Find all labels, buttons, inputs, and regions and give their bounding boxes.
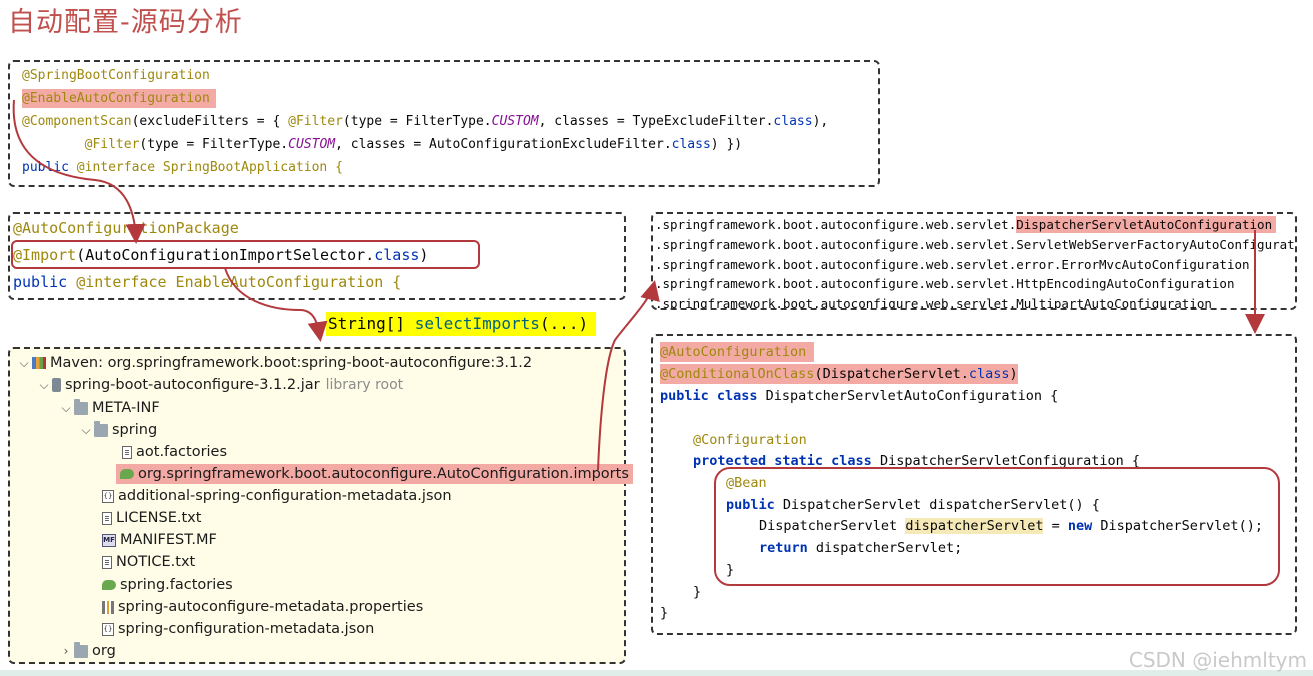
page-title: 自动配置-源码分析 (8, 7, 243, 38)
dispatcher-servlet-autoconfig-entry: DispatcherServletAutoConfiguration (1016, 216, 1277, 233)
chevron-down-icon[interactable]: ⌵ (16, 356, 32, 371)
tree-item-notice[interactable]: NOTICE.txt (102, 552, 195, 572)
import-highlight-box (11, 240, 480, 269)
folder-icon (94, 420, 108, 437)
chevron-right-icon[interactable]: › (58, 644, 74, 658)
json-file-icon: {} (102, 622, 114, 636)
code-line: @AutoConfigurationPackage (13, 219, 239, 237)
code-line: @ComponentScan(excludeFilters = { @Filte… (22, 114, 829, 129)
tree-item-org[interactable]: › org (58, 641, 116, 661)
jar-icon (52, 378, 61, 392)
bean-method-highlight-box (714, 467, 1280, 586)
code-line: @ConditionalOnClass(DispatcherServlet.cl… (660, 364, 1018, 384)
tree-item-metadata-properties[interactable]: spring-autoconfigure-metadata.properties (102, 597, 423, 617)
manifest-icon: MF (102, 533, 116, 547)
watermark: CSDN @iehmltym (1128, 648, 1307, 672)
text-file-icon (122, 445, 132, 459)
code-line: public @interface SpringBootApplication … (22, 160, 343, 175)
project-tree: ⌵ Maven: org.springframework.boot:spring… (8, 347, 633, 664)
spring-leaf-icon (120, 469, 134, 479)
chevron-down-icon[interactable]: ⌵ (58, 401, 74, 416)
code-line: @Configuration (693, 432, 807, 448)
bottom-bar (0, 670, 1313, 676)
code-line: } (660, 605, 669, 621)
tree-item-meta-inf[interactable]: ⌵ META-INF (58, 398, 160, 418)
tree-item-additional-metadata[interactable]: {} additional-spring-configuration-metad… (102, 486, 452, 506)
enable-auto-configuration-annotation: @EnableAutoConfiguration (22, 89, 216, 108)
json-file-icon: {} (102, 489, 114, 503)
code-line: @SpringBootConfiguration (22, 68, 210, 83)
code-line: @Filter(type = FilterType.CUSTOM, classe… (84, 137, 743, 152)
code-line: .springframework.boot.autoconfigure.web.… (655, 237, 1297, 252)
spring-leaf-icon (102, 580, 116, 590)
folder-icon (74, 398, 88, 415)
folder-icon (74, 641, 88, 658)
tree-item-manifest[interactable]: MF MANIFEST.MF (102, 530, 217, 550)
maven-library-icon (32, 357, 46, 369)
code-line: .springframework.boot.autoconfigure.web.… (655, 276, 1235, 291)
code-line: } (693, 584, 702, 600)
spring-boot-application-code: @SpringBootConfiguration @EnableAutoConf… (8, 60, 880, 187)
properties-file-icon (102, 600, 114, 614)
tree-item-spring-factories[interactable]: spring.factories (102, 575, 233, 595)
tree-item-configuration-metadata[interactable]: {} spring-configuration-metadata.json (102, 619, 374, 639)
tree-item-license[interactable]: LICENSE.txt (102, 508, 201, 528)
code-line: .springframework.boot.autoconfigure.web.… (655, 216, 1277, 233)
chevron-down-icon[interactable]: ⌵ (78, 423, 94, 438)
tree-item-spring-folder[interactable]: ⌵ spring (78, 420, 157, 440)
code-line: public class DispatcherServletAutoConfig… (660, 388, 1059, 404)
tree-item-maven[interactable]: ⌵ Maven: org.springframework.boot:spring… (16, 353, 532, 373)
tree-item-aot-factories[interactable]: aot.factories (122, 442, 227, 462)
code-line: .springframework.boot.autoconfigure.web.… (655, 296, 1212, 310)
chevron-down-icon[interactable]: ⌵ (36, 378, 52, 393)
tree-item-autoconfiguration-imports[interactable]: org.springframework.boot.autoconfigure.A… (116, 464, 633, 484)
code-line: @AutoConfiguration (660, 342, 815, 362)
select-imports-callout: String[] selectImports(...) (326, 312, 596, 336)
code-line: .springframework.boot.autoconfigure.web.… (655, 257, 1250, 272)
text-file-icon (102, 555, 112, 569)
tree-item-jar[interactable]: ⌵ spring-boot-autoconfigure-3.1.2.jar li… (36, 375, 403, 395)
code-line: @EnableAutoConfiguration (22, 89, 216, 108)
code-line: public @interface EnableAutoConfiguratio… (13, 273, 402, 291)
text-file-icon (102, 511, 112, 525)
imports-file-content: .springframework.boot.autoconfigure.web.… (651, 212, 1297, 310)
